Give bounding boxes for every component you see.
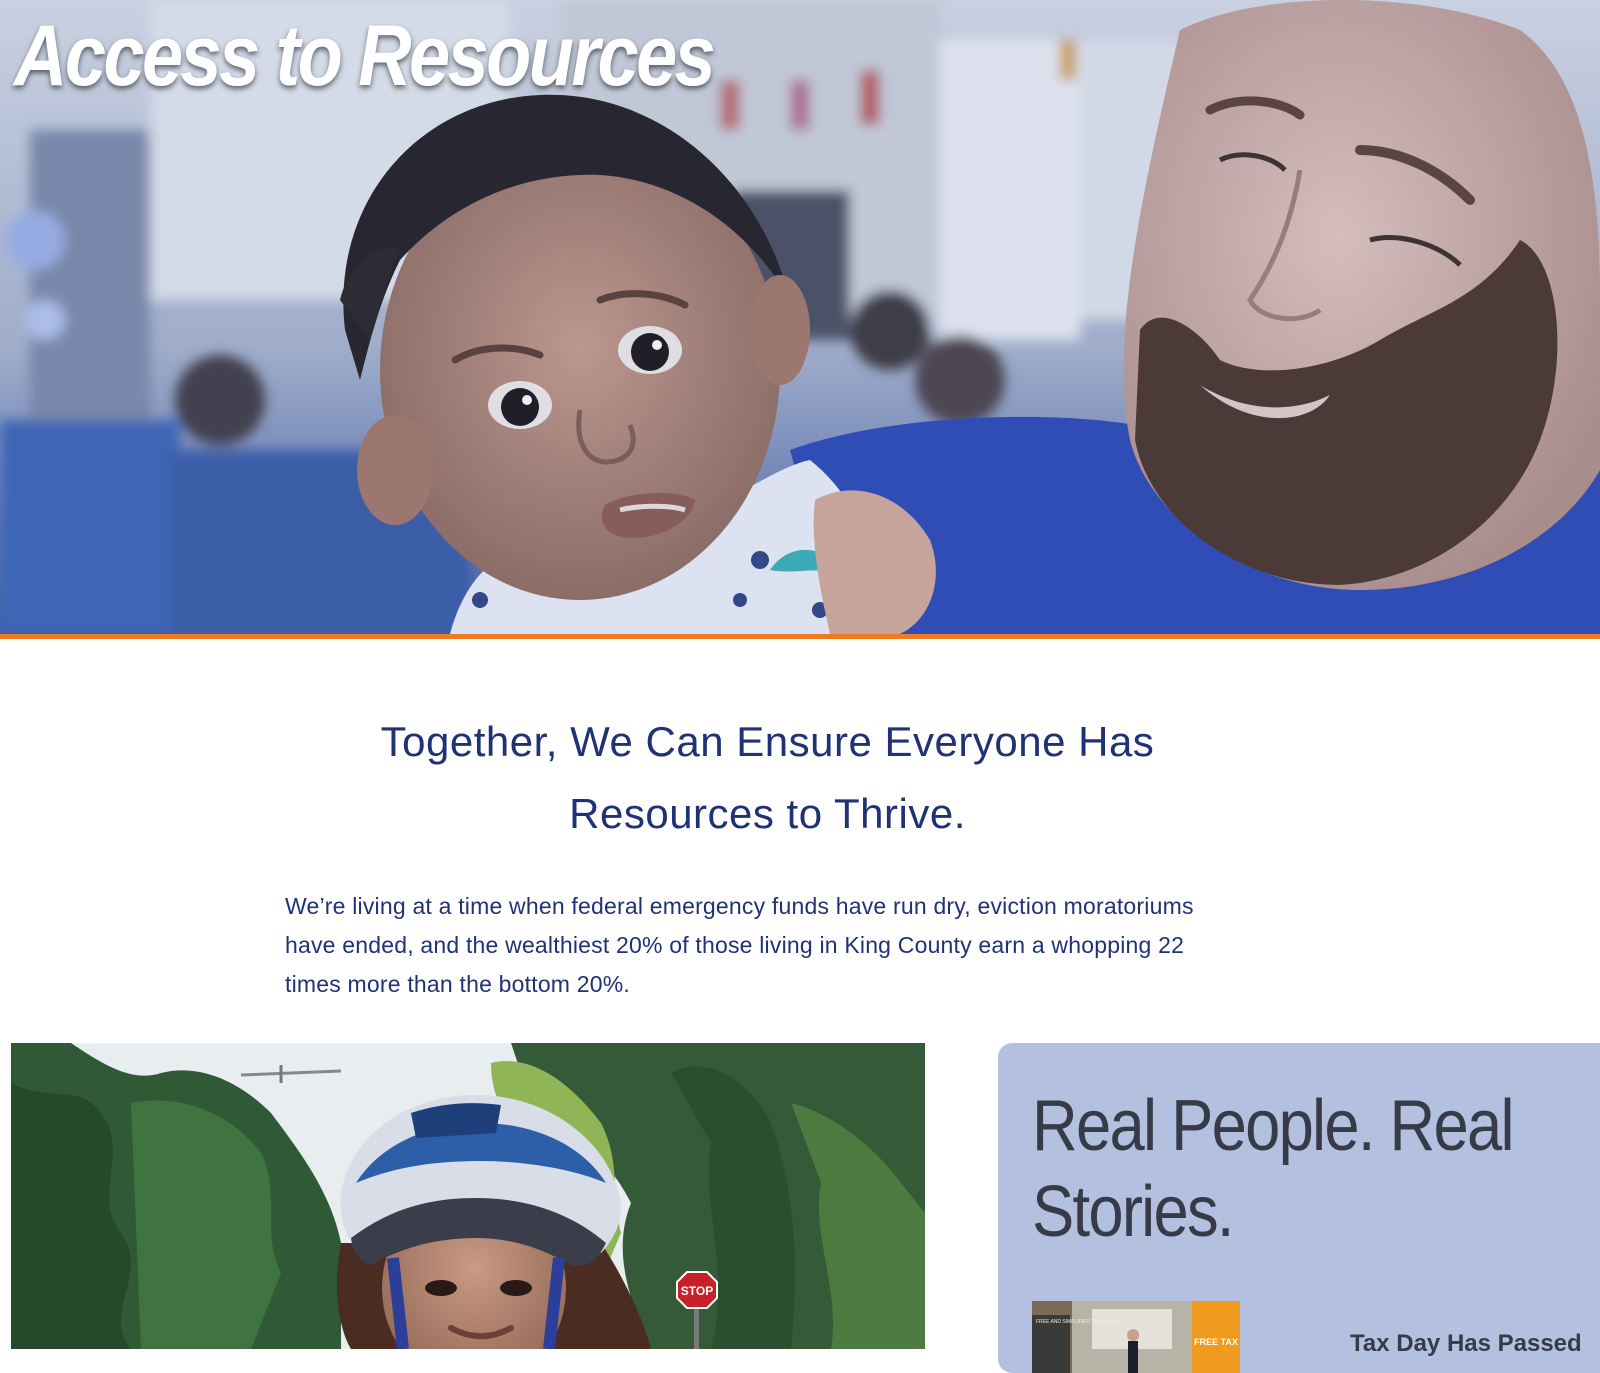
stories-title: Real People. Real Stories. xyxy=(1032,1086,1515,1252)
hero-banner: Access to Resources xyxy=(0,0,1600,634)
hero-accent-rule xyxy=(0,634,1600,639)
story-link-title[interactable]: Tax Day Has Passed xyxy=(1350,1329,1582,1359)
intro-heading: Together, We Can Ensure Everyone Has Res… xyxy=(380,718,1155,837)
child-with-helmet-photo: STOP xyxy=(11,1043,925,1349)
story-thumbnail[interactable]: FREE AND SIMPLIFIED TAX FILING FREE TAX xyxy=(1032,1301,1240,1373)
hero-title: Access to Resources xyxy=(14,8,716,104)
thumbnail-banner-right: FREE TAX xyxy=(1194,1337,1238,1347)
intro-body: We’re living at a time when federal emer… xyxy=(285,893,1194,997)
story-thumbnail-image: FREE AND SIMPLIFIED TAX FILING FREE TAX xyxy=(1032,1301,1240,1373)
thumbnail-banner-left: FREE AND SIMPLIFIED TAX FILING xyxy=(1036,1319,1118,1325)
child-photo-illustration: STOP xyxy=(11,1043,925,1349)
stories-card: Real People. Real Stories. FREE AND SIMP… xyxy=(998,1043,1600,1373)
stop-sign-text: STOP xyxy=(681,1284,713,1298)
